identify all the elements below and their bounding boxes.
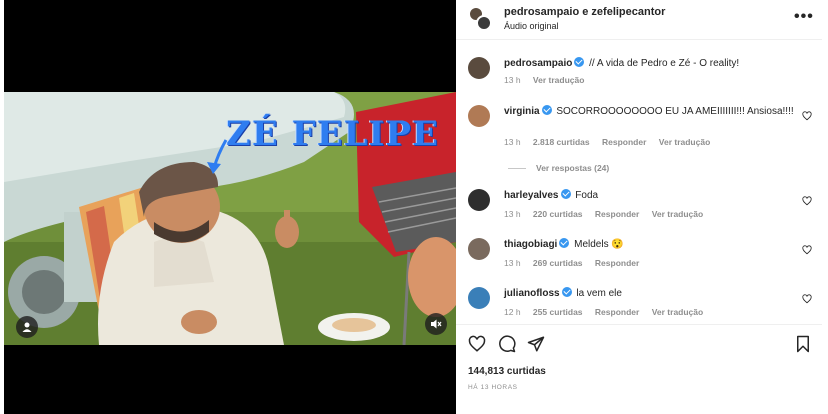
comment-time[interactable]: 12 h bbox=[504, 307, 521, 317]
like-count[interactable]: 144,813 curtidas bbox=[468, 366, 546, 377]
reply-button[interactable]: Responder bbox=[595, 307, 639, 317]
post-details-panel: pedrosampaio e zefelipecantor Áudio orig… bbox=[456, 0, 822, 414]
comment-meta: 13 h Ver tradução bbox=[504, 75, 594, 85]
more-icon: ••• bbox=[794, 8, 814, 25]
post-timestamp[interactable]: HÁ 13 HORAS bbox=[468, 384, 518, 391]
comment-time[interactable]: 13 h bbox=[504, 209, 521, 219]
comment-content: harleyalves Foda bbox=[504, 189, 794, 203]
reply-button[interactable]: Responder bbox=[602, 137, 646, 147]
comment-text: SOCORROOOOOOOO EU JA AMEIIIIIII!!! Ansio… bbox=[556, 106, 794, 117]
post-modal: ZÉ FELIPE pedrosampaio e zefelipecantor … bbox=[0, 0, 828, 414]
comment-text: Foda bbox=[575, 190, 599, 201]
comment-content: virginia SOCORROOOOOOOO EU JA AMEIIIIIII… bbox=[504, 105, 794, 119]
avatar[interactable] bbox=[468, 189, 490, 211]
view-replies-label: Ver respostas (24) bbox=[536, 163, 610, 173]
comment-meta: 13 h 269 curtidas Responder bbox=[504, 258, 649, 268]
reply-button[interactable]: Responder bbox=[595, 258, 639, 268]
translate-link[interactable]: Ver tradução bbox=[652, 209, 704, 219]
comment-time[interactable]: 13 h bbox=[504, 258, 521, 268]
view-replies-button[interactable]: Ver respostas (24) bbox=[508, 163, 609, 173]
comment-text: la vem ele bbox=[576, 288, 622, 299]
share-icon[interactable] bbox=[527, 335, 545, 353]
like-heart-icon[interactable] bbox=[468, 335, 486, 353]
avatar[interactable] bbox=[468, 287, 490, 309]
post-authors[interactable]: pedrosampaio e zefelipecantor bbox=[504, 6, 665, 18]
comment-username[interactable]: virginia bbox=[504, 106, 540, 117]
comment-text: Meldels 😯 bbox=[574, 239, 624, 250]
mute-icon bbox=[431, 319, 442, 329]
comment-meta: 13 h 2.818 curtidas Responder Ver traduç… bbox=[504, 137, 720, 147]
comment-time[interactable]: 13 h bbox=[504, 75, 521, 85]
comments-list[interactable]: pedrosampaio // A vida de Pedro e Zé - O… bbox=[456, 41, 822, 324]
comment-likes[interactable]: 2.818 curtidas bbox=[533, 137, 590, 147]
verified-badge-icon bbox=[560, 189, 571, 199]
verified-badge-icon bbox=[559, 238, 570, 248]
verified-badge-icon bbox=[574, 57, 585, 67]
comment-meta: 12 h 255 curtidas Responder Ver tradução bbox=[504, 307, 713, 317]
verified-badge-icon bbox=[561, 287, 572, 297]
replies-divider bbox=[508, 168, 526, 170]
comment-text: // A vida de Pedro e Zé - O reality! bbox=[589, 58, 740, 69]
avatar[interactable] bbox=[476, 15, 492, 31]
caption-text: pedrosampaio // A vida de Pedro e Zé - O… bbox=[504, 57, 794, 71]
post-header: pedrosampaio e zefelipecantor Áudio orig… bbox=[456, 0, 822, 40]
post-media[interactable]: ZÉ FELIPE bbox=[4, 0, 456, 414]
audio-link[interactable]: Áudio original bbox=[504, 21, 559, 31]
comment-time[interactable]: 13 h bbox=[504, 137, 521, 147]
translate-link[interactable]: Ver tradução bbox=[652, 307, 704, 317]
mute-button[interactable] bbox=[425, 313, 447, 335]
comment-username[interactable]: thiagobiagi bbox=[504, 239, 557, 250]
comment-meta: 13 h 220 curtidas Responder Ver tradução bbox=[504, 209, 713, 219]
translate-link[interactable]: Ver tradução bbox=[533, 75, 585, 85]
post-actions: 144,813 curtidas HÁ 13 HORAS bbox=[456, 324, 822, 414]
tagged-users-button[interactable] bbox=[16, 316, 38, 338]
comment-username[interactable]: harleyalves bbox=[504, 190, 559, 201]
avatar[interactable] bbox=[468, 238, 490, 260]
reply-button[interactable]: Responder bbox=[595, 209, 639, 219]
heart-icon[interactable] bbox=[802, 111, 812, 121]
comment-username[interactable]: pedrosampaio bbox=[504, 58, 572, 69]
avatar[interactable] bbox=[468, 57, 490, 79]
comment-content: thiagobiagi Meldels 😯 bbox=[504, 238, 794, 252]
comment-likes[interactable]: 255 curtidas bbox=[533, 307, 583, 317]
window-edge bbox=[822, 0, 828, 414]
more-options-button[interactable]: ••• bbox=[794, 8, 814, 26]
verified-badge-icon bbox=[541, 105, 552, 115]
bookmark-icon[interactable] bbox=[794, 335, 812, 353]
comment-content: julianofloss la vem ele bbox=[504, 287, 794, 301]
heart-icon[interactable] bbox=[802, 245, 812, 255]
collab-avatars[interactable] bbox=[468, 6, 492, 32]
user-icon bbox=[22, 322, 32, 332]
comment-icon[interactable] bbox=[498, 335, 516, 353]
comment-likes[interactable]: 220 curtidas bbox=[533, 209, 583, 219]
comment-likes[interactable]: 269 curtidas bbox=[533, 258, 583, 268]
heart-icon[interactable] bbox=[802, 294, 812, 304]
video-overlay-title: ZÉ FELIPE bbox=[226, 114, 439, 154]
translate-link[interactable]: Ver tradução bbox=[659, 137, 711, 147]
comment-username[interactable]: julianofloss bbox=[504, 288, 560, 299]
heart-icon[interactable] bbox=[802, 196, 812, 206]
avatar[interactable] bbox=[468, 105, 490, 127]
